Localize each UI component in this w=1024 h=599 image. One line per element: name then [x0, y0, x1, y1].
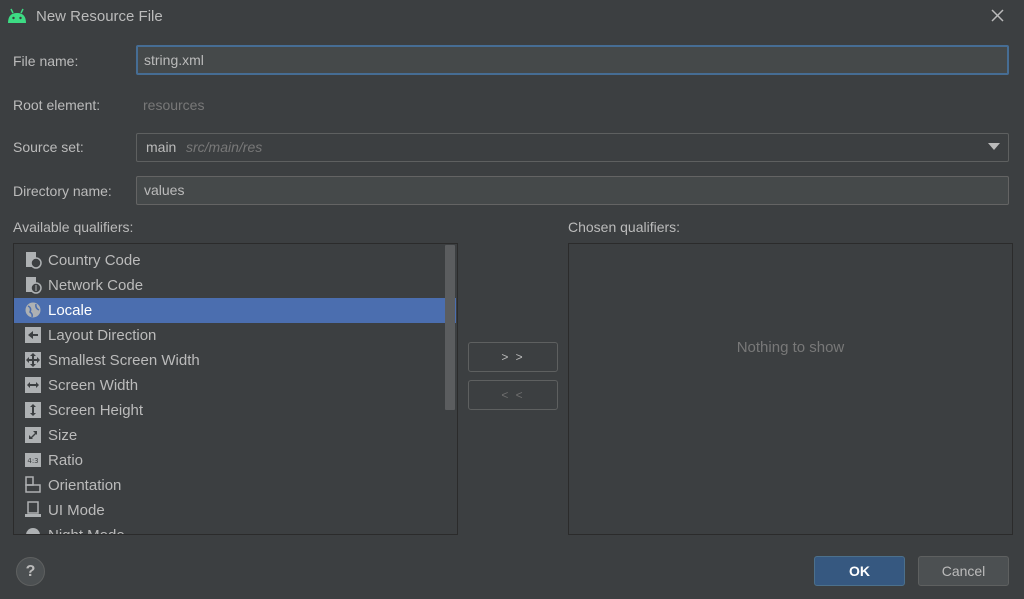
- ui-mode-icon: [25, 501, 41, 517]
- cancel-button[interactable]: Cancel: [918, 556, 1009, 586]
- chosen-qualifiers-label: Chosen qualifiers:: [568, 219, 681, 235]
- country-code-icon: [26, 252, 42, 269]
- qualifier-label: Night Mode: [48, 527, 125, 534]
- available-qualifiers-list[interactable]: Country Code Network Code Locale Layout …: [13, 243, 458, 535]
- svg-text:4:3: 4:3: [27, 457, 38, 465]
- window-title: New Resource File: [36, 8, 163, 25]
- directory-name-label: Directory name:: [13, 183, 112, 199]
- qualifier-item-orientation[interactable]: Orientation: [14, 473, 456, 498]
- add-qualifier-button[interactable]: > >: [468, 342, 558, 372]
- qualifier-label: Country Code: [48, 252, 141, 269]
- source-set-value: main: [146, 139, 177, 155]
- qualifier-item-smallest-screen-width[interactable]: Smallest Screen Width: [14, 348, 456, 373]
- globe-icon: [25, 302, 41, 318]
- qualifier-label: Layout Direction: [48, 327, 157, 344]
- close-icon[interactable]: [986, 5, 1008, 27]
- root-element-value: resources: [143, 97, 205, 113]
- qualifier-label: Smallest Screen Width: [48, 352, 200, 369]
- available-qualifiers-label: Available qualifiers:: [13, 219, 134, 235]
- android-icon: [8, 8, 26, 23]
- qualifier-item-screen-width[interactable]: Screen Width: [14, 373, 456, 398]
- qualifier-label: UI Mode: [48, 502, 105, 519]
- root-element-label: Root element:: [13, 97, 101, 113]
- ok-button[interactable]: OK: [814, 556, 905, 586]
- qualifier-label: Ratio: [48, 452, 84, 469]
- chevron-down-icon: [988, 143, 1000, 150]
- night-mode-icon: [26, 528, 40, 534]
- qualifier-item-network-code[interactable]: Network Code: [14, 273, 456, 298]
- qualifier-label: Locale: [48, 302, 93, 319]
- chosen-qualifiers-list[interactable]: Nothing to show: [568, 243, 1013, 535]
- source-set-select[interactable]: main src/main/res: [136, 133, 1009, 162]
- qualifier-item-layout-direction[interactable]: Layout Direction: [14, 323, 456, 348]
- qualifier-label: Screen Width: [48, 377, 139, 394]
- help-button[interactable]: ?: [16, 557, 45, 586]
- qualifier-label: Size: [48, 427, 78, 444]
- qualifier-item-ratio[interactable]: 4:3 Ratio: [14, 448, 456, 473]
- qualifier-item-night-mode[interactable]: Night Mode: [14, 523, 456, 534]
- file-name-label: File name:: [13, 53, 79, 69]
- move-arrows-icon: [25, 352, 41, 368]
- list-scrollbar-thumb[interactable]: [445, 245, 455, 410]
- source-set-path: src/main/res: [186, 139, 263, 155]
- qualifier-label: Orientation: [48, 477, 122, 494]
- ratio-icon: 4:3: [25, 453, 41, 467]
- diagonal-resize-icon: [25, 427, 41, 443]
- qualifier-item-size[interactable]: Size: [14, 423, 456, 448]
- orientation-icon: [25, 476, 41, 493]
- remove-qualifier-button[interactable]: < <: [468, 380, 558, 410]
- empty-list-text: Nothing to show: [736, 339, 845, 356]
- qualifier-label: Network Code: [48, 277, 144, 294]
- network-code-icon: [26, 277, 42, 294]
- qualifier-item-country-code[interactable]: Country Code: [14, 248, 456, 273]
- horizontal-arrows-icon: [25, 377, 41, 393]
- layout-direction-icon: [25, 327, 41, 343]
- file-name-input[interactable]: [136, 45, 1009, 75]
- vertical-arrows-icon: [25, 402, 41, 418]
- qualifier-item-screen-height[interactable]: Screen Height: [14, 398, 456, 423]
- title-bar: New Resource File: [0, 0, 1024, 34]
- qualifier-item-ui-mode[interactable]: UI Mode: [14, 498, 456, 523]
- source-set-label: Source set:: [13, 139, 84, 155]
- qualifier-item-locale[interactable]: Locale: [14, 298, 456, 323]
- qualifier-label: Screen Height: [48, 402, 144, 419]
- directory-name-input[interactable]: values: [136, 176, 1009, 205]
